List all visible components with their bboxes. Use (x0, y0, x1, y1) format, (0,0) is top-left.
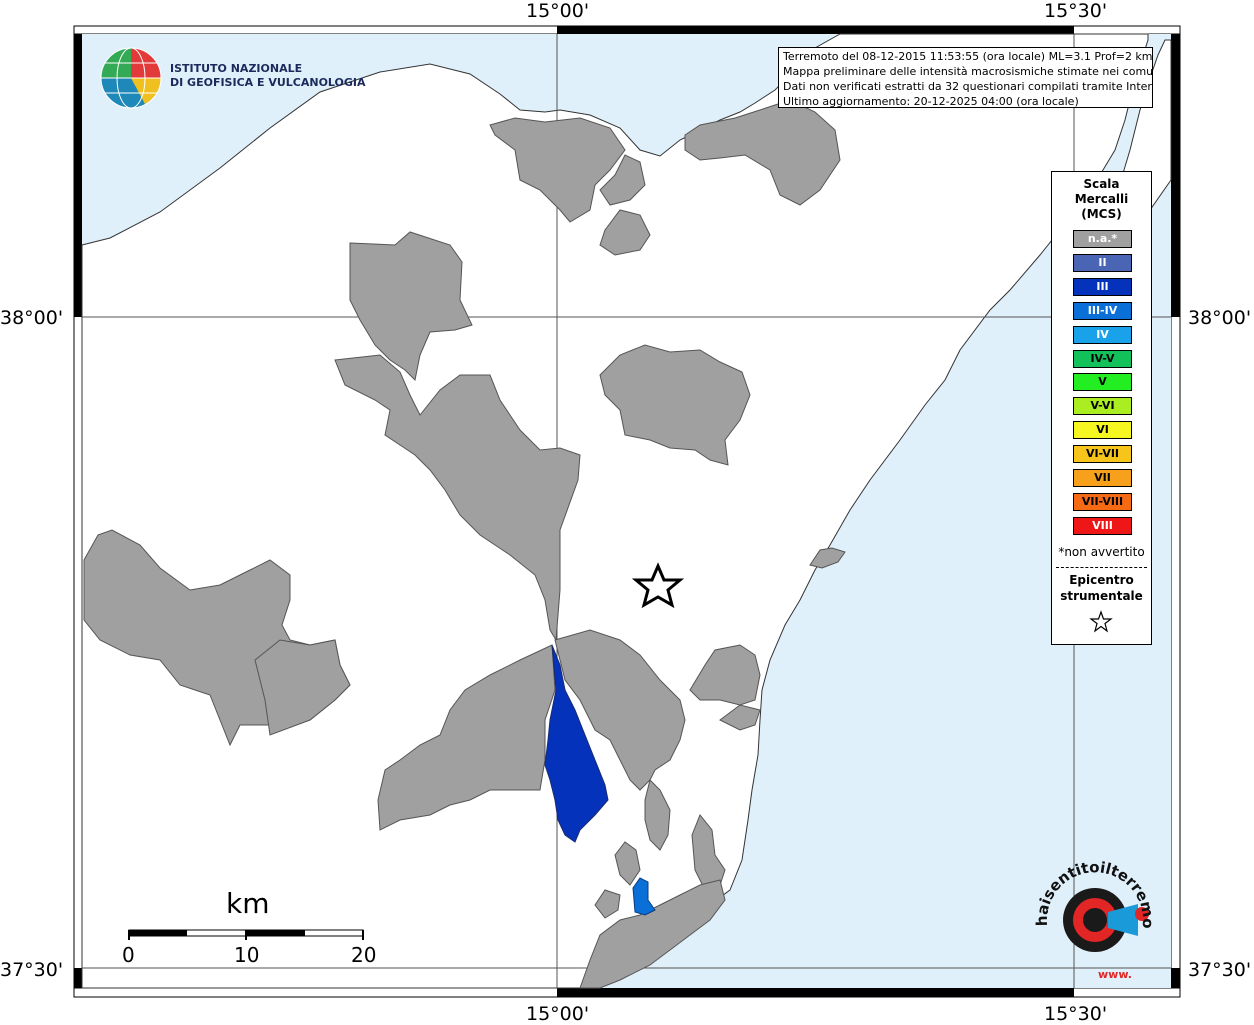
ingv-logo-text: ISTITUTO NAZIONALE DI GEOFISICA E VULCAN… (170, 62, 366, 90)
legend-swatch-iv-v: IV-V (1073, 349, 1132, 368)
legend-swatch-vi-vii: VI-VII (1073, 445, 1132, 464)
lat-label-left-38-00: 38°00' (0, 307, 64, 329)
legend-title: Scala Mercalli (MCS) (1052, 177, 1151, 222)
lat-label-right-37-30: 37°30' (1188, 959, 1252, 981)
lat-label-left-37-30: 37°30' (0, 959, 64, 981)
earthquake-info-box: Terremoto del 08-12-2015 11:53:55 (ora l… (778, 47, 1153, 108)
legend-note: *non avvertito (1058, 545, 1145, 559)
info-line-event: Terremoto del 08-12-2015 11:53:55 (ora l… (783, 50, 1153, 63)
legend-title-line-1: Scala (1083, 177, 1120, 191)
scale-bar-label-10: 10 (234, 943, 260, 967)
legend-swatch-vii-viii: VII-VIII (1073, 492, 1132, 511)
legend-epicentre-line-1: Epicentro (1069, 573, 1134, 587)
badge-www: www. (1098, 968, 1132, 981)
legend-swatch-vii: VII (1073, 469, 1132, 487)
logo-line-1: ISTITUTO NAZIONALE (170, 62, 303, 75)
legend-swatch-iv: IV (1073, 325, 1132, 344)
scale-bar-label-20: 20 (351, 943, 377, 967)
legend-swatch-vi: VI (1073, 421, 1132, 440)
legend-epicentre-title: Epicentro strumentale (1052, 572, 1151, 604)
legend-swatch-iii: III (1073, 277, 1132, 296)
legend-swatch-ii: II (1073, 253, 1132, 272)
haisentito-logo: haisentitoilterremoto.it www. (1030, 860, 1157, 981)
legend-star-icon (1089, 610, 1113, 633)
ingv-logo-icon (100, 47, 162, 109)
legend-swatch-viii: VIII (1073, 516, 1132, 535)
info-line-description: Mappa preliminare delle intensità macros… (783, 65, 1153, 78)
info-line-updated: Ultimo aggiornamento: 20-12-2025 04:00 (… (783, 95, 1079, 108)
lon-label-bottom-15-00: 15°00' (526, 1003, 590, 1025)
badge-inner-icon (1083, 908, 1107, 932)
legend-divider (1056, 567, 1147, 568)
scale-bar-unit: km (226, 887, 270, 920)
logo-line-2: DI GEOFISICA E VULCANOLOGIA (170, 76, 366, 89)
scale-bar-label-0: 0 (122, 943, 135, 967)
lon-label-top-15-30: 15°30' (1044, 0, 1108, 22)
legend-title-line-2: Mercalli (1074, 192, 1129, 206)
lon-label-top-15-00: 15°00' (526, 0, 590, 22)
legend-swatch-iii-iv: III-IV (1073, 301, 1132, 320)
legend-title-line-3: (MCS) (1081, 207, 1122, 221)
info-line-source: Dati non verificati estratti da 32 quest… (783, 80, 1153, 93)
legend-swatch-n-a: n.a.* (1073, 230, 1132, 248)
lon-label-bottom-15-30: 15°30' (1044, 1003, 1108, 1025)
legend-swatch-v-vi: V-VI (1073, 397, 1132, 416)
intensity-legend: Scala Mercalli (MCS) n.a.* II III III-IV IV I… (1051, 171, 1152, 645)
legend-swatch-v: V (1073, 373, 1132, 392)
legend-epicentre-line-2: strumentale (1060, 589, 1143, 603)
lat-label-right-38-00: 38°00' (1188, 307, 1252, 329)
